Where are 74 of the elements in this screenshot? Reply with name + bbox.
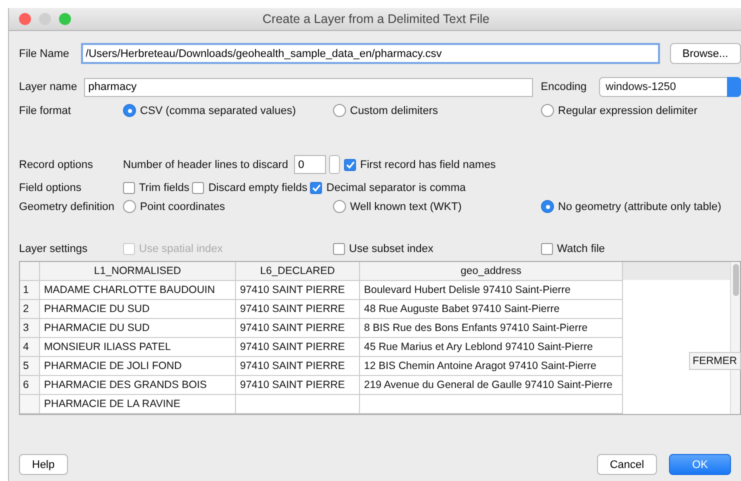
option-label: Point coordinates <box>140 200 225 212</box>
radio-button[interactable] <box>541 104 554 117</box>
option-label: Use subset index <box>349 243 434 255</box>
field-label: File format <box>19 104 72 116</box>
layer-name-field[interactable]: pharmacy <box>84 78 533 96</box>
checkbox[interactable] <box>192 182 204 194</box>
table-cell: PHARMACIE DU SUD <box>40 300 236 319</box>
table-cell: 12 BIS Chemin Antoine Aragot 97410 Saint-Pierre <box>360 357 623 376</box>
option-label: Well known text (WKT) <box>350 200 462 212</box>
option-label: Custom delimiters <box>350 104 438 116</box>
option-label: CSV (comma separated values) <box>140 104 296 116</box>
table-cell: 97410 SAINT PIERRE <box>236 281 360 300</box>
table-cell: PHARMACIE DE LA RAVINE <box>40 395 236 414</box>
table-cell: PHARMACIE DE JOLI FOND <box>40 357 236 376</box>
window-title: Create a Layer from a Delimited Text File <box>262 12 490 26</box>
table-cell: MONSIEUR ILIASS PATEL <box>40 338 236 357</box>
radio-button[interactable] <box>123 200 136 213</box>
column-header[interactable]: L6_DECLARED <box>236 262 360 281</box>
row-number: 5 <box>20 357 40 376</box>
field-label: Layer settings <box>19 243 88 255</box>
checkbox[interactable] <box>333 243 345 255</box>
table-cell: 97410 SAINT PIERRE <box>236 300 360 319</box>
checkbox[interactable] <box>541 243 553 255</box>
radio-button[interactable] <box>123 104 136 117</box>
radio-button[interactable] <box>541 200 554 213</box>
table-cell: 45 Rue Marius et Ary Leblond 97410 Saint-Pierre <box>360 338 623 357</box>
row-number: 6 <box>20 376 40 395</box>
field-label: Geometry definition <box>19 200 116 212</box>
row-number: 2 <box>20 300 40 319</box>
checkbox[interactable] <box>344 158 356 170</box>
spinner-icon[interactable] <box>329 155 340 174</box>
field-label: Field options <box>19 182 82 194</box>
table-cell: 97410 SAINT PIERRE <box>236 357 360 376</box>
option-label: Use spatial index <box>139 243 223 255</box>
encoding-dropdown[interactable]: windows-1250 <box>598 77 741 97</box>
option-label: First record has field names <box>360 158 496 170</box>
close-label-button[interactable]: FERMER <box>688 352 741 370</box>
table-cell: 97410 SAINT PIERRE <box>236 319 360 338</box>
zoom-icon[interactable] <box>59 13 71 25</box>
close-icon[interactable] <box>19 13 31 25</box>
field-label: File Name <box>19 48 70 60</box>
column-header[interactable]: geo_address <box>360 262 623 281</box>
table-cell: MADAME CHARLOTTE BAUDOUIN <box>40 281 236 300</box>
table-cell: Boulevard Hubert Delisle 97410 Saint-Pierre <box>360 281 623 300</box>
option-label: Watch file <box>557 243 605 255</box>
table-cell: 97410 SAINT PIERRE <box>236 376 360 395</box>
option-label: Number of header lines to discard <box>123 158 288 170</box>
dialog-button[interactable]: Cancel <box>596 454 658 475</box>
browse-button[interactable]: Browse... <box>670 43 741 64</box>
header-lines-field[interactable]: 0 <box>294 155 326 174</box>
table-cell: PHARMACIE DU SUD <box>40 319 236 338</box>
row-number: 3 <box>20 319 40 338</box>
file-name-field[interactable]: /Users/Herbreteau/Downloads/geohealth_sample_data_en/pharmacy.csv <box>80 43 660 64</box>
row-number: 4 <box>20 338 40 357</box>
checkbox[interactable] <box>310 182 322 194</box>
option-label: No geometry (attribute only table) <box>558 200 722 212</box>
table-cell: 219 Avenue du General de Gaulle 97410 Saint-Pierre <box>360 376 623 395</box>
field-label: Layer name <box>19 81 78 93</box>
option-label: Discard empty fields <box>208 182 308 194</box>
table-cell: 97410 SAINT PIERRE <box>236 338 360 357</box>
option-label: Regular expression delimiter <box>558 104 698 116</box>
table-cell: 8 BIS Rue des Bons Enfants 97410 Saint-Pierre <box>360 319 623 338</box>
field-label: Record options <box>19 158 94 170</box>
dialog-button[interactable]: Help <box>19 454 68 475</box>
row-number: 1 <box>20 281 40 300</box>
checkbox[interactable] <box>123 182 135 194</box>
table-cell: 48 Rue Auguste Babet 97410 Saint-Pierre <box>360 300 623 319</box>
option-label: Trim fields <box>139 182 190 194</box>
field-label: Encoding <box>540 81 587 93</box>
radio-button[interactable] <box>333 200 346 213</box>
column-header[interactable]: L1_NORMALISED <box>40 262 236 281</box>
option-label: Decimal separator is comma <box>326 182 466 194</box>
radio-button[interactable] <box>333 104 346 117</box>
table-cell: PHARMACIE DES GRANDS BOIS <box>40 376 236 395</box>
